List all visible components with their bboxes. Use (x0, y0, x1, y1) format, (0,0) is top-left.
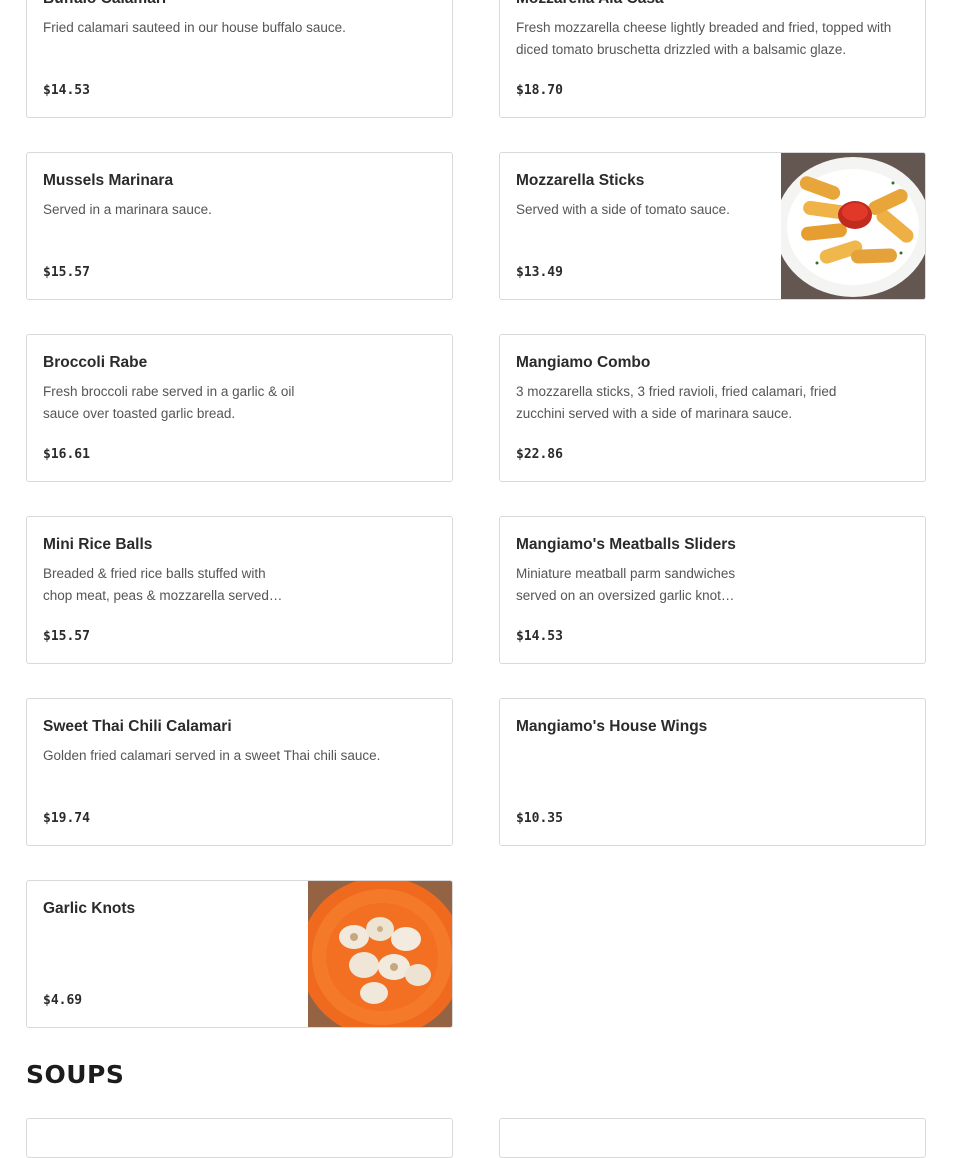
item-name: Mozzarella Ala Casa (516, 0, 664, 8)
item-price: $18.70 (516, 83, 563, 98)
item-name: Mini Rice Balls (43, 536, 153, 553)
item-description: Breaded & fried rice balls stuffed with … (43, 566, 283, 603)
menu-item-card[interactable]: Mussels Marinara Served in a marinara sa… (26, 152, 453, 300)
item-description: Fresh broccoli rabe served in a garlic &… (43, 384, 295, 421)
item-price: $14.53 (43, 83, 90, 98)
menu-item-card[interactable]: Mozzarella Sticks Served with a side of … (499, 152, 926, 300)
item-name: Garlic Knots (43, 900, 136, 917)
item-description: Fresh mozzarella cheese lightly breaded … (516, 20, 892, 57)
item-description: Miniature meatball parm sandwiches serve… (516, 566, 736, 603)
item-description: Fried calamari sauteed in our house buff… (43, 20, 346, 35)
item-price: $14.53 (516, 629, 563, 644)
item-price: $13.49 (516, 265, 563, 280)
mozzarella-sticks-photo (781, 153, 925, 299)
item-price: $15.57 (43, 265, 90, 280)
item-name: Sweet Thai Chili Calamari (43, 718, 232, 735)
menu-page: Buffalo Calamari Fried calamari sauteed … (0, 0, 970, 1158)
menu-item-card[interactable]: Mangiamo's House Wings $10.35 (499, 698, 926, 846)
menu-item-card[interactable]: Mangiamo Combo 3 mozzarella sticks, 3 fr… (499, 334, 926, 482)
menu-item-card[interactable] (26, 1118, 453, 1158)
item-price: $19.74 (43, 811, 90, 826)
menu-item-card[interactable] (499, 1118, 926, 1158)
item-price: $10.35 (516, 811, 563, 826)
item-name: Mangiamo Combo (516, 354, 651, 371)
item-description: Golden fried calamari served in a sweet … (43, 748, 381, 763)
menu-item-card[interactable]: Broccoli Rabe Fresh broccoli rabe served… (26, 334, 453, 482)
section-title-soups: SOUPS (26, 1060, 125, 1089)
item-price: $22.86 (516, 447, 563, 462)
menu-item-card[interactable]: Buffalo Calamari Fried calamari sauteed … (26, 0, 453, 118)
item-price: $4.69 (43, 993, 83, 1008)
item-description: 3 mozzarella sticks, 3 fried ravioli, fr… (516, 384, 837, 421)
menu-item-card[interactable]: Mozzarella Ala Casa Fresh mozzarella che… (499, 0, 926, 118)
item-name: Mozzarella Sticks (516, 172, 645, 189)
item-name: Broccoli Rabe (43, 354, 148, 371)
item-name: Mangiamo's Meatballs Sliders (516, 536, 736, 553)
item-price: $15.57 (43, 629, 90, 644)
menu-item-card[interactable]: Garlic Knots $4.69 (26, 880, 453, 1028)
menu-item-card[interactable]: Mangiamo's Meatballs Sliders Miniature m… (499, 516, 926, 664)
item-description: Served in a marinara sauce. (43, 202, 212, 217)
item-name: Mussels Marinara (43, 172, 174, 189)
item-description: Served with a side of tomato sauce. (516, 202, 730, 217)
item-price: $16.61 (43, 447, 90, 462)
menu-item-card[interactable]: Mini Rice Balls Breaded & fried rice bal… (26, 516, 453, 664)
item-name: Buffalo Calamari (43, 0, 166, 8)
garlic-knots-photo (308, 881, 452, 1027)
menu-item-card[interactable]: Sweet Thai Chili Calamari Golden fried c… (26, 698, 453, 846)
item-name: Mangiamo's House Wings (516, 718, 708, 735)
